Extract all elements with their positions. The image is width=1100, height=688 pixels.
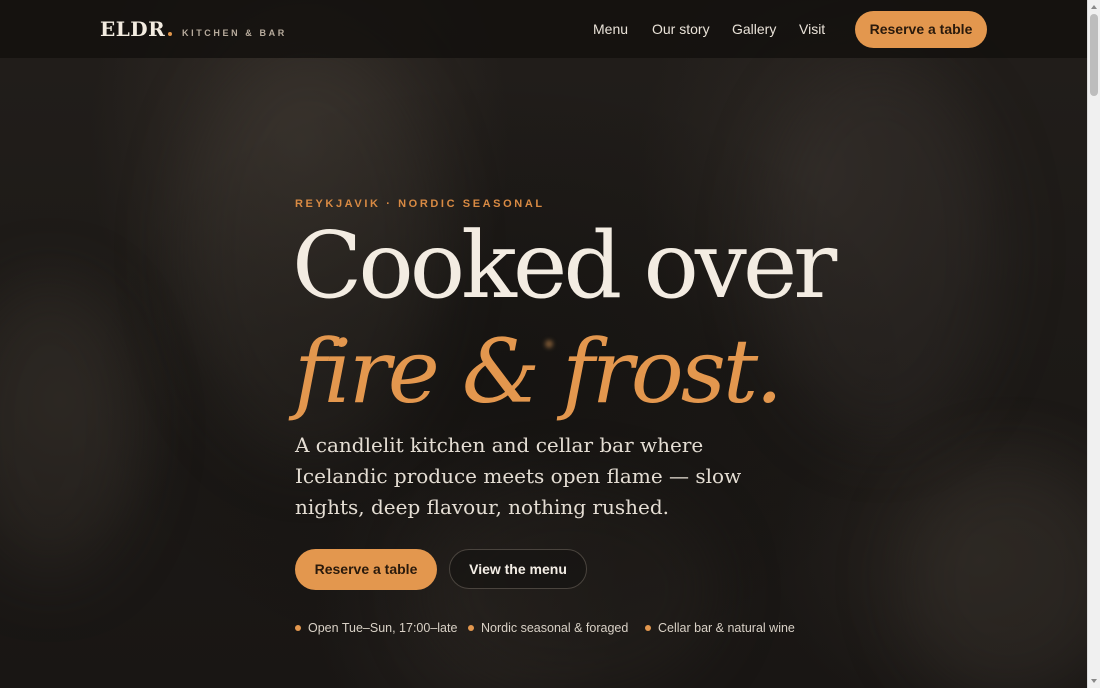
scroll-up-arrow-icon[interactable] (1090, 3, 1098, 11)
header-reserve-button[interactable]: Reserve a table (855, 11, 987, 48)
bullet-dot-icon (295, 625, 301, 631)
hero-headline: Cooked over (292, 212, 837, 319)
hero-eyebrow: REYKJAVIK · NORDIC SEASONAL (295, 198, 545, 210)
nav-item-gallery[interactable]: Gallery (732, 21, 776, 37)
logo-dot-icon (168, 32, 172, 36)
feature-label: Open Tue–Sun, 17:00–late (308, 621, 458, 635)
feature-seasonal: Nordic seasonal & foraged (468, 621, 628, 635)
hero-headline-accent: fire & frost. (294, 320, 783, 423)
bullet-dot-icon (645, 625, 651, 631)
brand-tagline: KITCHEN & BAR (182, 28, 287, 38)
bullet-dot-icon (468, 625, 474, 631)
scroll-down-arrow-icon[interactable] (1090, 677, 1098, 685)
site-header: ELDR KITCHEN & BAR Menu Our story Galler… (0, 0, 1087, 58)
feature-cellar-bar: Cellar bar & natural wine (645, 621, 795, 635)
feature-hours: Open Tue–Sun, 17:00–late (295, 621, 457, 635)
nav-item-menu[interactable]: Menu (593, 21, 628, 37)
hero-description: A candlelit kitchen and cellar bar where… (295, 433, 742, 519)
feature-label: Cellar bar & natural wine (658, 621, 795, 635)
view-menu-button[interactable]: View the menu (449, 549, 587, 589)
scrollbar-thumb[interactable] (1090, 14, 1098, 96)
reserve-table-button[interactable]: Reserve a table (295, 549, 437, 590)
nav-item-visit[interactable]: Visit (799, 21, 825, 37)
feature-label: Nordic seasonal & foraged (481, 621, 629, 635)
page-scrollbar[interactable] (1087, 0, 1100, 688)
nav-item-our-story[interactable]: Our story (652, 21, 710, 37)
brand-logo[interactable]: ELDR (100, 17, 165, 41)
